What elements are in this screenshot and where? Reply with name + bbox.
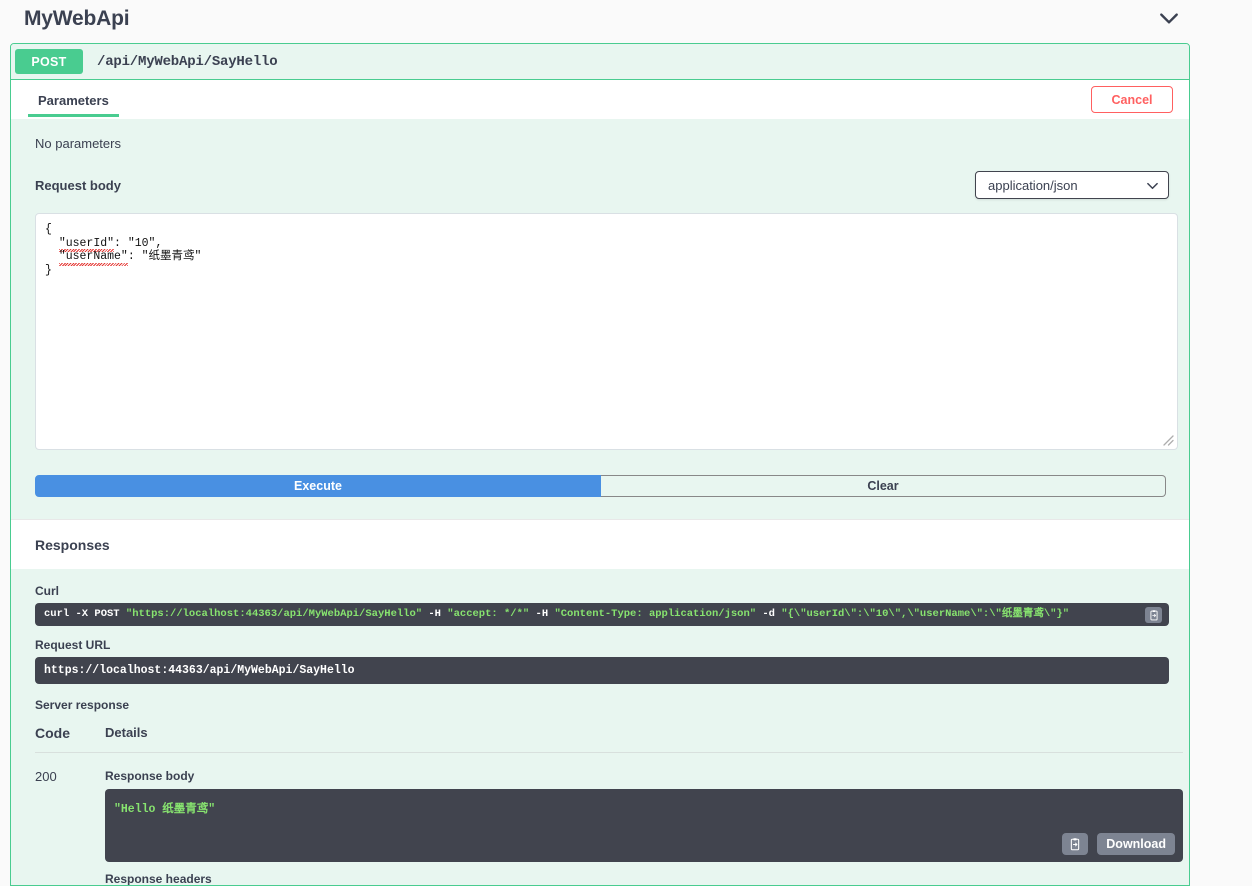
column-header-code: Code — [35, 725, 70, 741]
json-line-close: } — [45, 263, 52, 277]
json-value-username: : "纸墨青鸢" — [127, 250, 202, 263]
chevron-down-icon — [1146, 179, 1159, 192]
response-details: Response body "Hello 纸墨青鸢" Download Resp… — [105, 769, 1183, 886]
clipboard-copy-icon — [1071, 837, 1080, 850]
response-body-label: Response body — [105, 769, 195, 783]
operation-summary[interactable]: POST /api/MyWebApi/SayHello — [11, 44, 1189, 80]
content-type-value: application/json — [988, 177, 1078, 193]
curl-header-flag-2: -H — [529, 608, 555, 620]
curl-command: curl -X POST "https://localhost:44363/ap… — [44, 608, 1129, 621]
request-body-textarea[interactable]: { "userId": "10", "userName": "纸墨青鸢" } — [35, 213, 1178, 450]
api-header: MyWebApi — [0, 0, 1252, 38]
server-response-label: Server response — [35, 698, 130, 712]
cancel-button[interactable]: Cancel — [1091, 86, 1173, 113]
response-body-value: "Hello 纸墨青鸢" — [114, 803, 216, 816]
tab-parameters[interactable]: Parameters — [28, 83, 119, 117]
column-header-details: Details — [105, 725, 148, 740]
operation-path: /api/MyWebApi/SayHello — [97, 53, 278, 70]
request-body-row: Request body application/json — [11, 169, 1189, 213]
swagger-ui-page: MyWebApi POST /api/MyWebApi/SayHello Par… — [0, 0, 1252, 886]
request-url-label: Request URL — [35, 638, 111, 652]
json-line-open: { — [45, 223, 52, 236]
response-headers-label: Response headers — [105, 872, 212, 886]
clear-button[interactable]: Clear — [601, 475, 1166, 497]
curl-url: "https://localhost:44363/api/MyWebApi/Sa… — [125, 608, 423, 620]
responses-title: Responses — [11, 519, 1189, 569]
request-body-content: { "userId": "10", "userName": "纸墨青鸢" } — [36, 214, 1177, 277]
download-button[interactable]: Download — [1097, 833, 1175, 855]
execute-button[interactable]: Execute — [35, 475, 601, 497]
http-method-badge: POST — [15, 49, 83, 74]
request-body-label: Request body — [35, 177, 121, 193]
status-code-value: 200 — [35, 769, 57, 784]
response-table: Code Details 200 Response body "Hello 纸墨… — [35, 725, 1183, 886]
response-body-actions: Download — [1062, 833, 1175, 855]
curl-accept-header: "accept: */*" — [447, 608, 530, 620]
curl-code-block: curl -X POST "https://localhost:44363/ap… — [35, 603, 1169, 626]
curl-content-type-header: "Content-Type: application/json" — [554, 608, 757, 620]
page-title: MyWebApi — [24, 7, 130, 30]
no-parameters-text: No parameters — [35, 136, 121, 151]
request-url-value: https://localhost:44363/api/MyWebApi/Say… — [44, 664, 355, 677]
table-row: 200 Response body "Hello 纸墨青鸢" Download … — [35, 753, 1183, 886]
resize-grip-icon[interactable] — [1161, 433, 1175, 447]
content-type-select[interactable]: application/json — [975, 171, 1169, 199]
request-url-block: https://localhost:44363/api/MyWebApi/Say… — [35, 657, 1169, 684]
response-body-block: "Hello 纸墨青鸢" Download — [105, 789, 1183, 862]
action-buttons-row: Execute Clear — [11, 450, 1189, 519]
json-key-username: "userName" — [58, 250, 128, 265]
operation-block: POST /api/MyWebApi/SayHello Parameters C… — [10, 43, 1190, 886]
request-body-editor-wrap: { "userId": "10", "userName": "纸墨青鸢" } — [11, 213, 1189, 450]
curl-data-payload: "{\"userId\":\"10\",\"userName\":\"纸墨青鸢\… — [781, 608, 1070, 620]
curl-label: Curl — [35, 584, 59, 598]
parameters-section: No parameters Request body application/j… — [11, 119, 1189, 519]
clipboard-copy-icon — [1149, 609, 1158, 620]
json-value-userid: : "10", — [114, 236, 163, 250]
curl-prefix: curl -X POST — [44, 608, 126, 620]
json-key-userid: "userId" — [58, 236, 115, 252]
responses-section: Curl curl -X POST "https://localhost:443… — [11, 569, 1189, 886]
curl-header-flag-1: -H — [422, 608, 448, 620]
chevron-down-icon[interactable] — [1158, 8, 1180, 30]
copy-response-button[interactable] — [1062, 833, 1089, 855]
curl-data-flag: -d — [756, 608, 782, 620]
response-table-header: Code Details — [35, 725, 1183, 753]
tab-row: Parameters Cancel — [11, 80, 1189, 119]
copy-curl-button[interactable] — [1145, 607, 1162, 623]
